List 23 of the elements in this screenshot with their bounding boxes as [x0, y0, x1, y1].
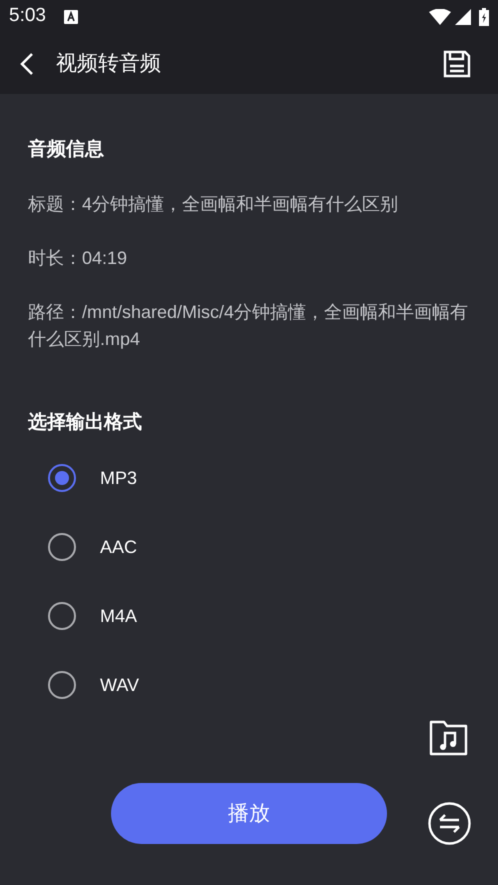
option-label: AAC — [100, 536, 138, 558]
radio-button[interactable] — [48, 602, 76, 630]
info-text: 路径：/mnt/shared/Misc/4分钟搞懂，全画幅和半画幅有什么区别.mp4 — [28, 301, 470, 351]
info-text: 时长：04:19 — [28, 247, 128, 270]
swap-button[interactable] — [428, 802, 471, 845]
keyboard-icon — [64, 10, 78, 24]
screen-title: 视频转音频 — [56, 50, 161, 77]
section-heading: 选择输出格式 — [28, 411, 143, 435]
radio-button[interactable] — [48, 533, 76, 561]
wifi-icon — [429, 8, 451, 24]
section-heading: 音频信息 — [28, 138, 105, 162]
status-time: 5:03 — [9, 4, 46, 28]
save-button[interactable] — [442, 48, 472, 78]
signal-icon — [455, 8, 471, 24]
info-text: 标题：4分钟搞懂，全画幅和半画幅有什么区别 — [28, 193, 400, 216]
option-label: MP3 — [100, 466, 138, 490]
option-label: WAV — [100, 674, 139, 696]
radio-button[interactable] — [48, 671, 76, 699]
option-label: M4A — [100, 604, 138, 628]
radio-button[interactable] — [48, 464, 76, 492]
play-button[interactable]: 播放 — [111, 783, 387, 844]
music-folder-button[interactable] — [429, 719, 469, 757]
battery-icon — [479, 8, 489, 26]
